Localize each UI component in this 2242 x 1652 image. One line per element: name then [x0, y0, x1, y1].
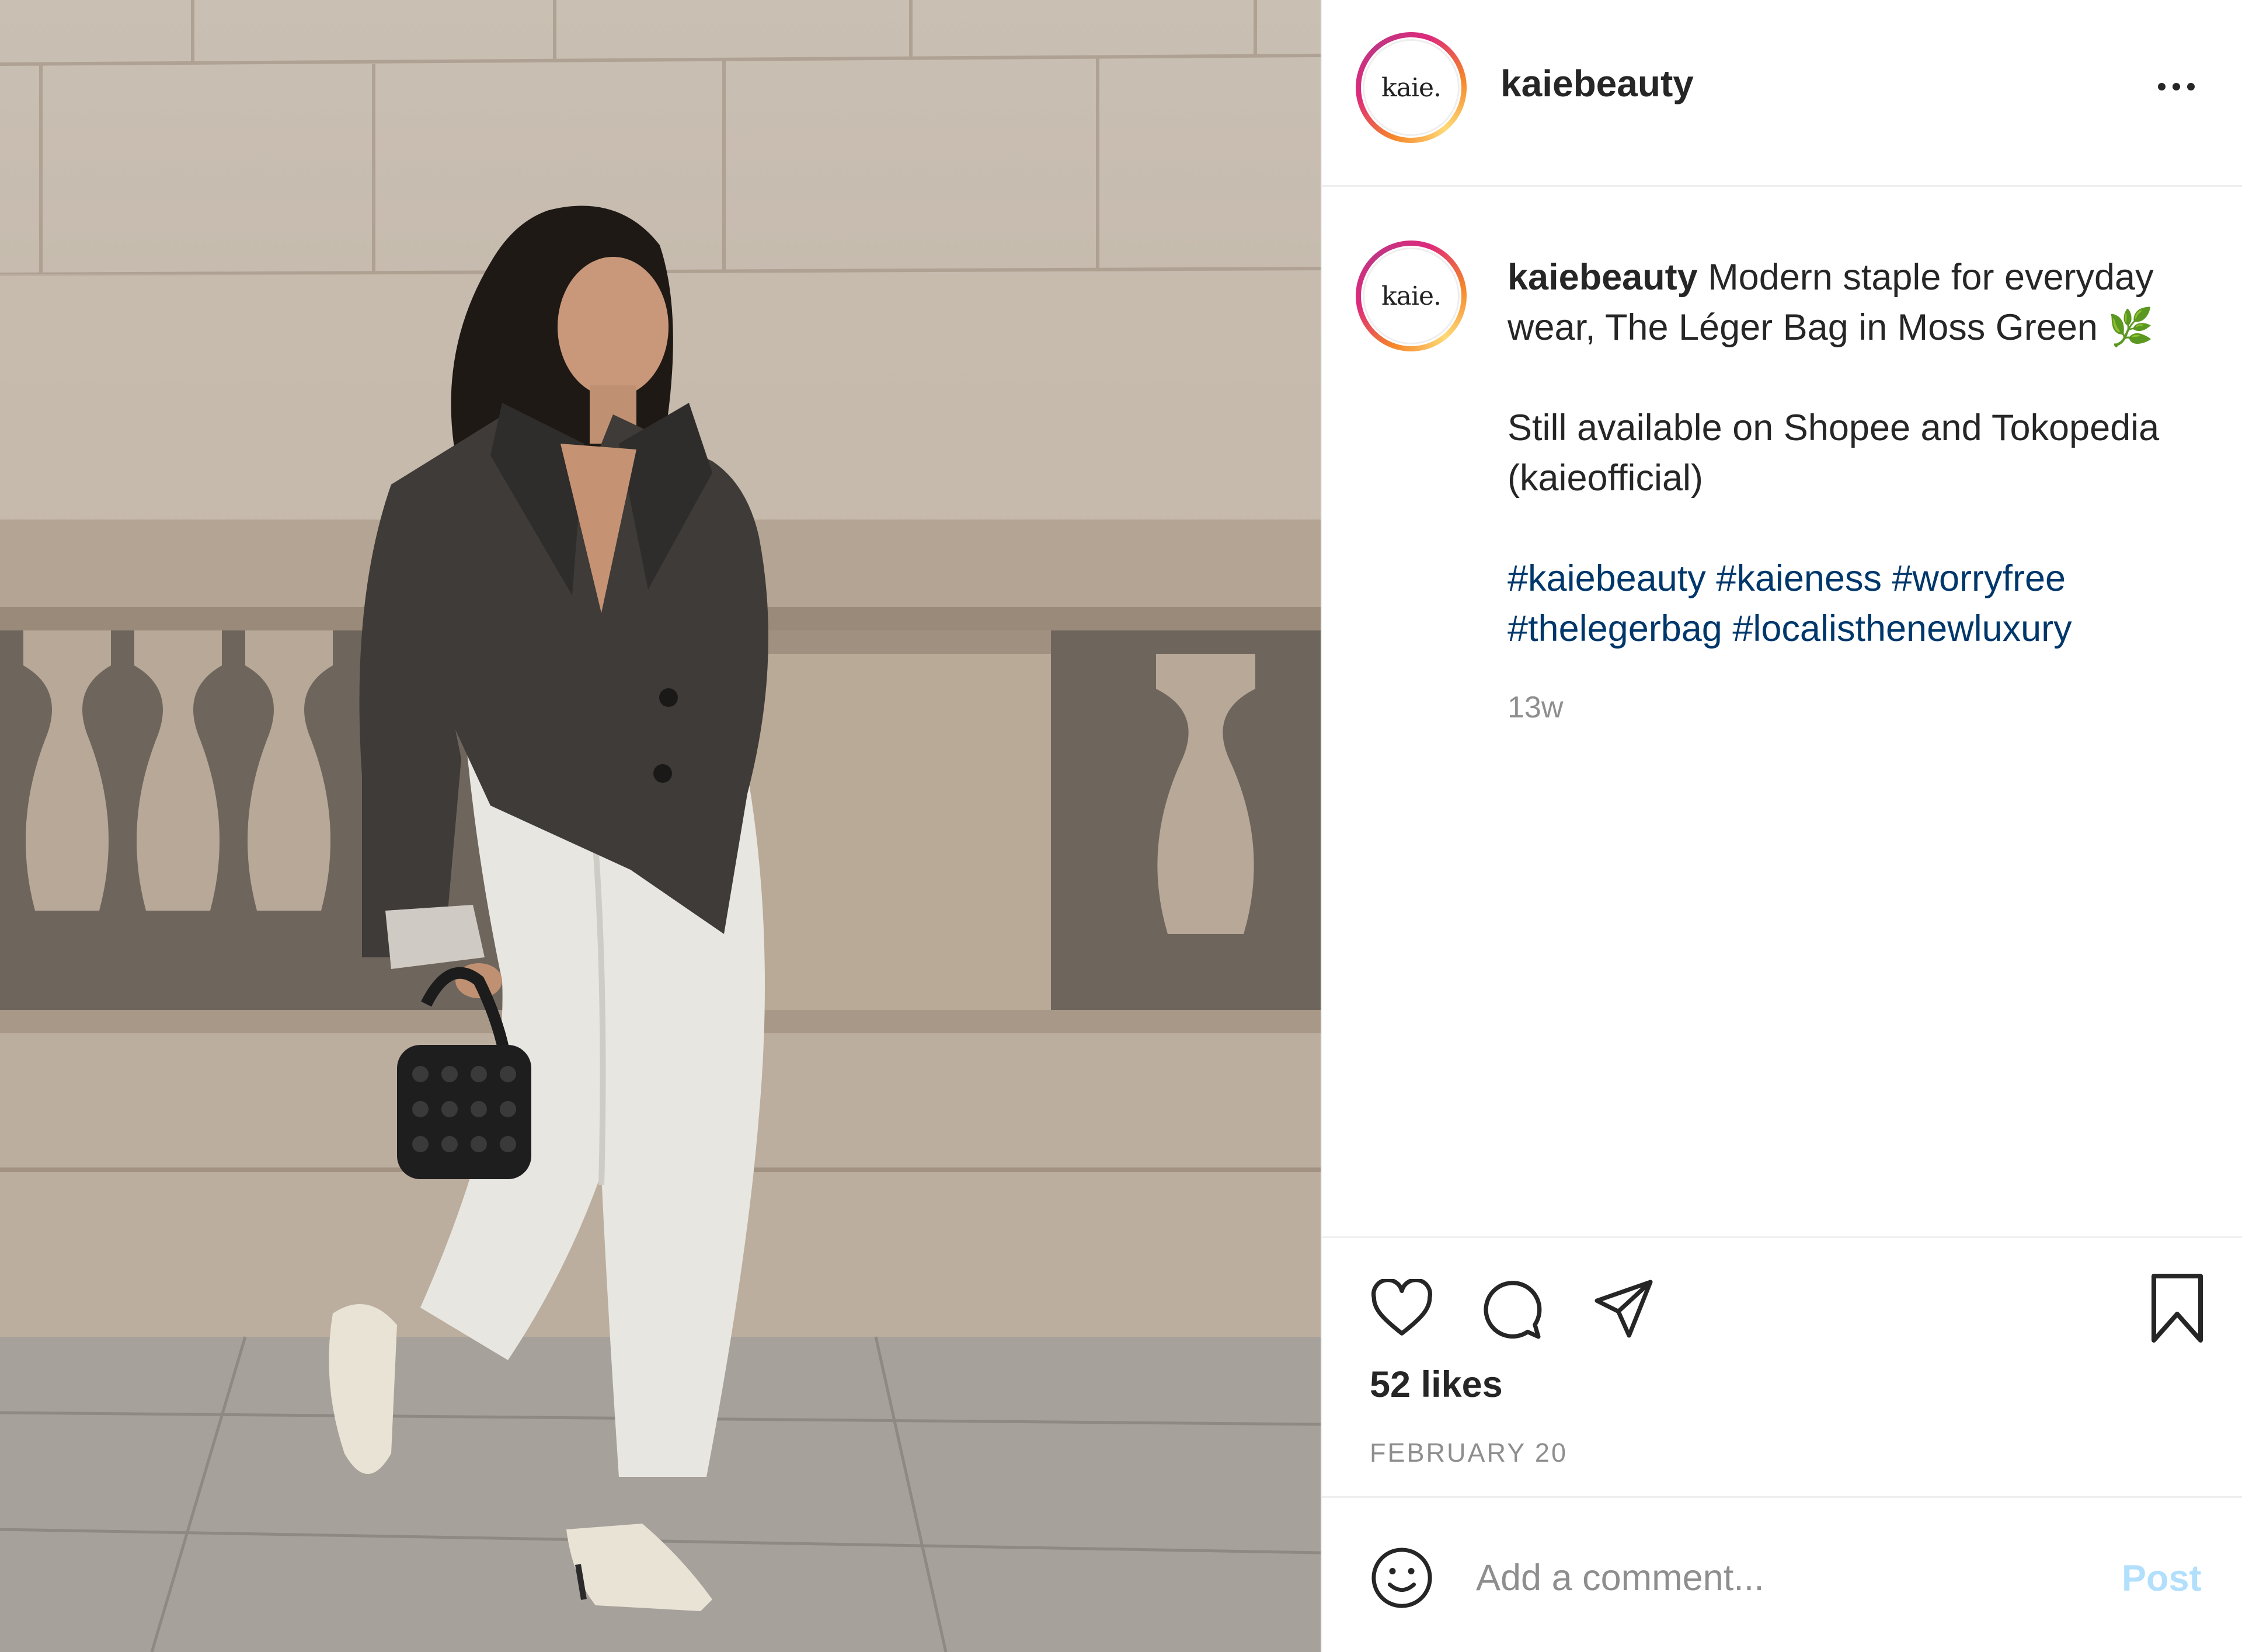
heart-icon[interactable]	[1370, 1277, 1434, 1340]
caption-username[interactable]: kaiebeauty	[1508, 257, 1698, 298]
hashtag-link[interactable]: #kaieness	[1716, 558, 1882, 599]
comment-bar: Post	[1322, 1496, 2242, 1652]
caption-age[interactable]: 13w	[1508, 690, 1563, 725]
post-date[interactable]: FEBRUARY 20	[1370, 1438, 1568, 1468]
caption-line2: Still available on Shopee and Tokopedia …	[1508, 407, 2160, 499]
avatar[interactable]: kaie.	[1356, 32, 1467, 143]
post-photo[interactable]	[0, 0, 1321, 1652]
leaf-emoji-icon: 🌿	[2108, 307, 2154, 348]
caption-avatar[interactable]: kaie.	[1356, 241, 1467, 351]
header-username[interactable]: kaiebeauty	[1501, 62, 1694, 105]
post-sidebar: kaie. kaiebeauty kaie. kaiebeauty Modern…	[1321, 0, 2242, 1652]
comment-input[interactable]	[1475, 1554, 2096, 1602]
hashtag-link[interactable]: #localisthenewluxury	[1732, 608, 2072, 649]
caption-text: kaiebeauty Modern staple for everyday we…	[1508, 252, 2231, 654]
caption-hashtags: #kaiebeauty #kaieness #worryfree #theleg…	[1508, 553, 2231, 654]
share-icon[interactable]	[1592, 1277, 1656, 1344]
likes-count[interactable]: 52 likes	[1370, 1364, 1503, 1406]
post-comment-button[interactable]: Post	[2122, 1557, 2202, 1599]
more-options-icon[interactable]	[2158, 75, 2205, 98]
hashtag-link[interactable]: #worryfree	[1892, 558, 2066, 599]
emoji-icon[interactable]	[1370, 1546, 1434, 1613]
caption-avatar-logo: kaie.	[1363, 248, 1460, 344]
hashtag-link[interactable]: #thelegerbag	[1508, 608, 1722, 649]
hashtag-link[interactable]: #kaiebeauty	[1508, 558, 1706, 599]
instagram-post: kaie. kaiebeauty kaie. kaiebeauty Modern…	[0, 0, 2242, 1652]
post-header: kaie. kaiebeauty	[1322, 0, 2242, 187]
avatar-logo: kaie.	[1363, 39, 1460, 136]
comment-icon[interactable]	[1479, 1278, 1544, 1345]
street-style-photo	[0, 0, 1321, 1652]
bookmark-icon[interactable]	[2145, 1273, 2209, 1346]
post-actions: 52 likes FEBRUARY 20	[1322, 1236, 2242, 1468]
